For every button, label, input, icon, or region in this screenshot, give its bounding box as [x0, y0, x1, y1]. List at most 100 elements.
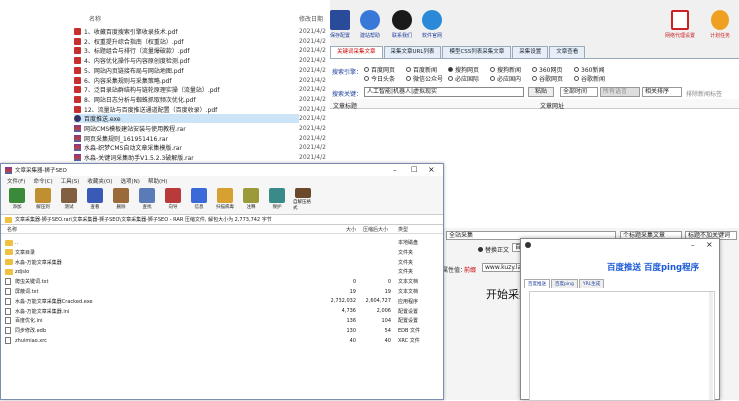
close-icon[interactable]: ×	[428, 165, 435, 174]
tab-4[interactable]: 文章查看	[549, 46, 586, 58]
engine-radio[interactable]: 谷歌新闻	[574, 74, 605, 83]
right-button-clock[interactable]: 计划任务	[710, 10, 730, 39]
bg-file-row[interactable]: 2、权重提升综合指南（权重站）.pdf	[74, 37, 183, 46]
archive-row[interactable]: 水淼-万能文章采集器Cracked.exe 2,732,032 2,604,727 应…	[1, 297, 441, 306]
archive-row[interactable]: 水淼-万能文章采集器 文件夹	[1, 258, 441, 267]
menu-item[interactable]: 选项(N)	[121, 177, 140, 185]
tab-3[interactable]: 采集设置	[512, 46, 549, 58]
minimize-icon[interactable]: –	[393, 166, 397, 174]
tab-1[interactable]: 采集文章URL列表	[383, 46, 442, 58]
header-size[interactable]: 大小	[346, 226, 356, 233]
filter-label[interactable]: 排除新闻标签	[686, 89, 722, 98]
archive-row[interactable]: 文章目录 文件夹	[1, 248, 441, 257]
archive-row[interactable]: 同步修改.edb 130 54 EDB 文件	[1, 326, 441, 335]
bg-file-row[interactable]: 百度推送.exe	[74, 114, 299, 124]
menu-item[interactable]: 收藏夹(O)	[87, 177, 112, 185]
tool-delete[interactable]: 删除	[111, 188, 131, 211]
popup-text-area[interactable]	[529, 291, 715, 401]
tool-comment[interactable]: 注释	[241, 188, 261, 211]
popup-tab-1[interactable]: 百度ping	[551, 279, 578, 288]
keyword-input[interactable]: 人工智能|机器人|虚拟现实	[364, 87, 524, 97]
header-name[interactable]: 名称	[7, 226, 17, 233]
menu-item[interactable]: 文件(F)	[7, 177, 25, 185]
archive-size: 19	[349, 288, 356, 295]
bg-file-row[interactable]: 3、标题组合与排行（流量爆破款）.pdf	[74, 46, 189, 55]
popup-tab-0[interactable]: 百度推送	[524, 279, 550, 288]
bg-file-row[interactable]: 网站CMS模板建站安装与使用教程.rar	[74, 124, 186, 133]
header-packed[interactable]: 压缩后大小	[363, 226, 388, 233]
tool-find[interactable]: 查找	[137, 188, 157, 211]
bg-file-row[interactable]: 6、内容采集规则与采集策略.pdf	[74, 76, 171, 85]
archive-row[interactable]: 爬虫关键词.txt 0 0 文本文档	[1, 277, 441, 286]
engine-radio[interactable]: 必应国际	[448, 74, 479, 83]
bg-file-name: 8、网站日志分析与蜘蛛抓取频次优化.pdf	[84, 96, 196, 104]
menu-item[interactable]: 帮助(H)	[148, 177, 167, 185]
bg-file-date: 2021/4/2	[299, 57, 326, 65]
radio-icon	[532, 67, 537, 72]
tool-info[interactable]: 信息	[189, 188, 209, 211]
tool-add[interactable]: 添加	[7, 188, 27, 211]
language-select[interactable]: 所有语言	[600, 87, 640, 97]
bg-file-row[interactable]: 4、内容优化操作与内容原创度检测.pdf	[74, 56, 189, 65]
toolbar-button-help[interactable]: 建站帮助	[360, 10, 380, 39]
header-type[interactable]: 类型	[398, 226, 408, 233]
bg-file-row[interactable]: 水淼-织梦CMS自动文章采集模版.rar	[74, 143, 182, 152]
bg-file-row[interactable]: 7、泛目录站群结构与链轮原理实操（流量站）.pdf	[74, 85, 219, 94]
engine-radio[interactable]: 今日头条	[364, 74, 395, 83]
engine-radio[interactable]: 谷歌网页	[532, 74, 563, 83]
menu-item[interactable]: 命令(C)	[33, 177, 52, 185]
tool-sfx[interactable]: 自解压格式	[293, 188, 313, 211]
archive-row[interactable]: zhuimiao.xrc 40 40 XRC 文件	[1, 336, 441, 345]
archive-row[interactable]: 百度优化.ini 136 104 配置设置	[1, 316, 441, 325]
tab-2[interactable]: 模型CSS列表采集文章	[442, 46, 512, 58]
custom-value-input[interactable]: www.kuzy.la	[482, 263, 522, 272]
archive-row[interactable]: 屏蔽词.txt 19 19 文本文档	[1, 287, 441, 296]
scan-icon	[217, 188, 233, 203]
engine-radio[interactable]: 必应国内	[490, 74, 521, 83]
engine-radio[interactable]: 百度网页	[364, 65, 395, 74]
popup-scrollbar[interactable]	[709, 292, 713, 400]
tool-label: 查找	[142, 205, 152, 210]
tool-scan[interactable]: 扫描病毒	[215, 188, 235, 211]
toolbar-button-globe[interactable]: 软件官网	[422, 10, 442, 39]
popup-close-icon[interactable]: ×	[706, 240, 713, 249]
engine-label: 搜狗网页	[455, 67, 480, 74]
bg-file-row[interactable]: 1、收藏百度搜索引擎收录技术.pdf	[74, 27, 177, 36]
tool-view[interactable]: 查看	[85, 188, 105, 211]
address-bar[interactable]: 文章采集器-狮子SEO.rar\文章采集器-狮子SEO\文章采集器-狮子SEO …	[1, 215, 443, 225]
tool-test[interactable]: 测试	[59, 188, 79, 211]
custom-prefix: 前缀	[464, 267, 477, 274]
bg-file-row[interactable]: 8、网站日志分析与蜘蛛抓取频次优化.pdf	[74, 95, 195, 104]
archive-packed: 2,006	[376, 308, 391, 315]
engine-radio[interactable]: 360新闻	[574, 65, 604, 74]
engine-radio[interactable]: 搜狗网页	[448, 65, 479, 74]
replace-radio[interactable]: 替换正文	[478, 245, 509, 254]
rank-select[interactable]: 相关排序	[642, 87, 682, 97]
paste-button[interactable]: 粘贴	[528, 87, 554, 97]
tool-wizard[interactable]: 向导	[163, 188, 183, 211]
tool-extract[interactable]: 解压到	[33, 188, 53, 211]
bg-file-row[interactable]: 5、网站内页链接布局与网站地图.pdf	[74, 66, 183, 75]
archive-type: 文件夹	[398, 249, 414, 256]
bg-file-row[interactable]: 网页采集规则_161951416.rar	[74, 134, 168, 143]
tool-protect[interactable]: 保护	[267, 188, 287, 211]
bg-file-row[interactable]: 12、流量站与百度推送通道配置（百度收录）.pdf	[74, 105, 217, 114]
archive-row[interactable]: .. 本地磁盘	[1, 238, 441, 247]
maximize-icon[interactable]: □	[411, 165, 418, 173]
bg-file-row[interactable]: 水淼-关键词采集助手V1.5.2.3破解版.rar	[74, 153, 194, 162]
time-select[interactable]: 全部时间	[560, 87, 598, 97]
toolbar-button-save[interactable]: 保存配置	[330, 10, 350, 39]
archive-packed: 2,604,727	[365, 298, 391, 305]
toolbar-button-qq[interactable]: 联系我们	[392, 10, 412, 39]
engine-radio[interactable]: 百度新闻	[406, 65, 437, 74]
menu-item[interactable]: 工具(S)	[61, 177, 80, 185]
archive-row[interactable]: 水淼-万能文章采集器.ini 4,736 2,006 配置设置	[1, 307, 441, 316]
engine-radio[interactable]: 搜狗新闻	[490, 65, 521, 74]
engine-radio[interactable]: 微信公众号	[406, 74, 443, 83]
popup-tab-2[interactable]: YRL生成	[578, 279, 605, 288]
archive-row[interactable]: zdjslo 文件夹	[1, 267, 441, 276]
engine-radio[interactable]: 360网页	[532, 65, 562, 74]
right-button-proxy[interactable]: 网络代理设置	[665, 10, 695, 39]
tab-0[interactable]: 关键词采集文章	[330, 46, 383, 58]
popup-minimize-icon[interactable]: –	[691, 241, 695, 249]
